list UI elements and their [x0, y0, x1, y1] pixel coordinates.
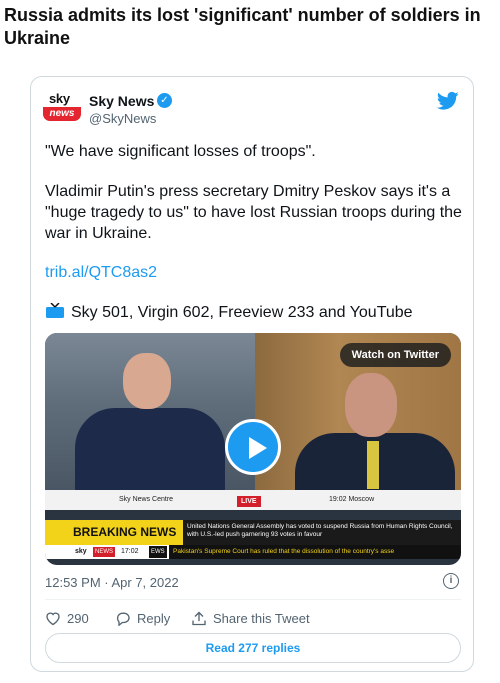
article-headline: Russia admits its lost 'significant' num… — [4, 5, 481, 48]
share-icon — [192, 611, 206, 626]
info-icon[interactable]: i — [443, 573, 459, 589]
share-label: Share this Tweet — [213, 611, 310, 626]
peskov-tie — [367, 441, 379, 489]
bottom-ticker-text: Pakistan's Supreme Court has ruled that … — [169, 545, 461, 559]
sky-news-logo[interactable]: sky news — [43, 91, 81, 129]
tweet-link[interactable]: trib.al/QTC8as2 — [45, 262, 465, 283]
location-strap: Sky News Centre LIVE 19:02 Moscow — [45, 490, 461, 510]
tweet-body: Vladimir Putin's press secretary Dmitry … — [45, 183, 462, 242]
bottom-sky: sky — [75, 548, 87, 555]
presenter-figure — [75, 408, 225, 498]
tv-icon — [46, 303, 64, 318]
author-handle[interactable]: @SkyNews — [89, 111, 156, 126]
strap-left: Sky News Centre — [119, 496, 174, 503]
video-player[interactable]: Watch on Twitter Sky News Centre LIVE 19… — [45, 333, 461, 565]
reply-button[interactable]: Reply — [115, 611, 171, 627]
heart-icon — [46, 612, 60, 626]
reply-label: Reply — [137, 611, 171, 626]
like-button[interactable]: 290 — [45, 611, 89, 626]
tweet-quote: "We have significant losses of troops". — [45, 143, 316, 160]
peskov-head — [345, 373, 397, 437]
like-count: 290 — [67, 611, 89, 626]
breaking-ticker-text: United Nations General Assembly has vote… — [183, 520, 461, 545]
watch-on-twitter-button[interactable]: Watch on Twitter — [339, 343, 451, 367]
tweet-actions: 290 Reply Share this Tweet — [45, 609, 461, 631]
tweet-channels: Sky 501, Virgin 602, Freeview 233 and Yo… — [45, 302, 465, 323]
strap-right: 19:02 Moscow — [329, 496, 375, 503]
share-button[interactable]: Share this Tweet — [191, 611, 310, 626]
logo-news-text: news — [43, 107, 81, 121]
twitter-bird-icon[interactable] — [437, 91, 459, 111]
embedded-tweet: sky news Sky News ✓ @SkyNews "We have si… — [30, 76, 474, 672]
divider — [45, 599, 461, 600]
presenter-head — [123, 353, 171, 409]
logo-sky-text: sky — [49, 91, 70, 106]
bottom-time: 17:02 — [121, 548, 139, 555]
breaking-news-label: BREAKING NEWS — [45, 520, 183, 545]
bottom-news: NEWS — [93, 547, 115, 557]
play-icon[interactable] — [225, 419, 281, 475]
read-replies-button[interactable]: Read 277 replies — [45, 633, 461, 663]
channels-text: Sky 501, Virgin 602, Freeview 233 and Yo… — [71, 304, 413, 321]
bottom-ticker-bar: sky NEWS 17:02 EWS Pakistan's Supreme Co… — [45, 545, 461, 559]
bottom-ews: EWS — [149, 546, 167, 558]
author-name[interactable]: Sky News — [89, 93, 154, 109]
live-badge: LIVE — [237, 496, 261, 507]
verified-badge-icon: ✓ — [157, 93, 172, 108]
tweet-timestamp[interactable]: 12:53 PM · Apr 7, 2022 — [45, 575, 179, 590]
reply-icon — [116, 612, 130, 627]
